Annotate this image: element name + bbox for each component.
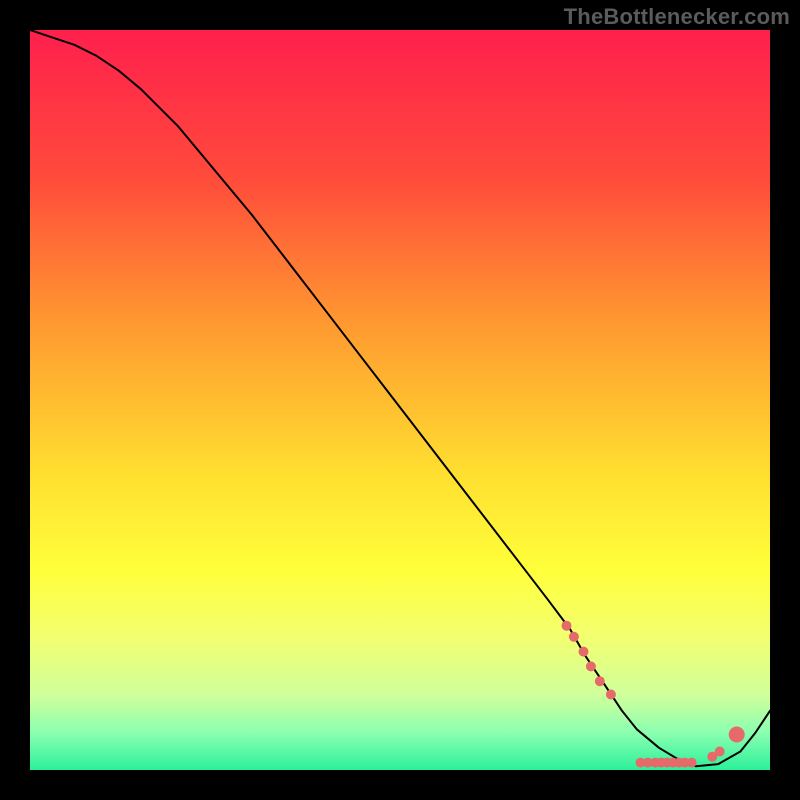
highlight-dot <box>729 727 745 743</box>
highlight-dot <box>715 747 725 757</box>
highlight-dot <box>687 758 697 768</box>
highlight-dot <box>569 632 579 642</box>
highlight-dot <box>595 676 605 686</box>
highlight-dot <box>606 690 616 700</box>
highlight-dot <box>579 647 589 657</box>
chart-frame: TheBottlenecker.com <box>0 0 800 800</box>
highlight-dot <box>586 661 596 671</box>
gradient-background <box>30 30 770 770</box>
highlight-dot <box>562 621 572 631</box>
plot-area <box>30 30 770 770</box>
bottleneck-chart <box>30 30 770 770</box>
attribution-text: TheBottlenecker.com <box>564 4 790 30</box>
